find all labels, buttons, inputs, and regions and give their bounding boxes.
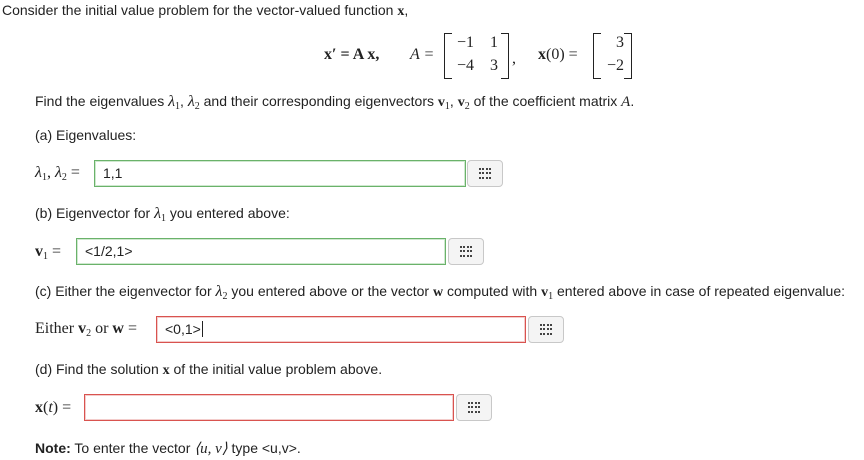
part-d-lhs: x(t) = (35, 399, 72, 416)
part-c-lhs-sub: 2 (86, 328, 92, 339)
lhs-lambda1: λ (35, 164, 42, 181)
ode-lhs: x′ = A x, (324, 46, 380, 63)
matrix-a-cell: −4 (456, 57, 474, 74)
eigenvector-v2-input[interactable]: <0,1> (156, 316, 526, 343)
part-b-lhs-v: v (35, 243, 43, 260)
note-vector: ⟨u, v⟩ (194, 441, 228, 457)
note: Note: To enter the vector ⟨u, v⟩ type <u… (35, 439, 301, 458)
intro-line: Consider the initial value problem for t… (2, 2, 408, 20)
x0-right-bracket (624, 33, 632, 79)
matrix-a-cell: 1 (490, 34, 498, 51)
text-caret (201, 321, 203, 337)
ode-equation: x′ = A x, (324, 46, 379, 64)
lambda2-sub: 2 (194, 101, 200, 112)
lhs-lambda2: λ (54, 164, 62, 181)
part-b-lhs: v1 = (35, 243, 61, 262)
lambda1: λ (168, 93, 176, 110)
part-b-post: you entered above: (169, 205, 290, 221)
find-comma: , (180, 93, 184, 109)
find-pre: Find the eigenvalues (35, 93, 165, 109)
eigenvector-v1-input[interactable]: <1/2,1> (76, 238, 446, 265)
part-c-post: entered above in case of repeated eigenv… (557, 283, 846, 299)
solution-palette-button[interactable] (456, 394, 492, 421)
lhs-eq: = (70, 164, 80, 181)
part-c-lhs-v: v (78, 320, 87, 337)
find-mid: and their corresponding eigenvectors (203, 93, 435, 109)
intro-comma: , (404, 2, 409, 18)
matrix-a-cell: −1 (456, 34, 474, 51)
find-dot: . (630, 93, 635, 109)
part-c-mid: you entered above or the vector (231, 283, 430, 299)
intro-text: Consider the initial value problem for t… (2, 2, 394, 18)
part-b-lhs-sub: 1 (43, 251, 48, 262)
matrix-a-cell: 3 (490, 57, 498, 74)
eigenvector-v1-palette-button[interactable] (448, 238, 484, 265)
part-c-pre: (c) Either the eigenvector for (35, 283, 212, 299)
matrix-a-right-bracket (501, 33, 509, 79)
part-c-w: w (432, 285, 444, 300)
part-a-label: (a) Eigenvalues: (35, 127, 137, 143)
instructions: Find the eigenvalues λ1, λ2 and their co… (35, 93, 634, 112)
part-c-lhs-w: w (112, 320, 124, 337)
part-c-lhs-either: Either (35, 320, 75, 337)
part-c-lhs: Either v2 or w = (35, 320, 137, 339)
solution-input[interactable] (84, 394, 454, 421)
equation-palette-grid-icon (459, 246, 473, 257)
x0-cell: −2 (606, 57, 624, 74)
eigenvalues-palette-button[interactable] (467, 160, 503, 187)
part-d-pre: (d) Find the solution (35, 361, 159, 377)
part-c-label: (c) Either the eigenvector for λ2 you en… (35, 283, 845, 302)
lambda2: λ (187, 93, 195, 110)
initial-condition-label: x(0) = (538, 46, 578, 63)
note-label: Note: (35, 440, 71, 456)
part-b-lambda-sub: 1 (161, 213, 166, 224)
find-comma-2: , (449, 93, 454, 109)
matrix-a-left-bracket (444, 33, 452, 79)
matrix-a-ref: A (621, 94, 631, 110)
eigenvector-v2-value: <0,1> (165, 321, 201, 337)
note-pre: To enter the vector (74, 440, 191, 456)
equation-palette-grid-icon (467, 402, 481, 413)
lhs-lambda2-sub: 2 (61, 172, 67, 183)
part-d-label: (d) Find the solution x of the initial v… (35, 361, 382, 379)
part-c-v-sub: 1 (548, 291, 554, 302)
part-b-label: (b) Eigenvector for λ1 you entered above… (35, 205, 290, 224)
note-post: type <u,v>. (231, 440, 301, 456)
v2: v (457, 95, 465, 110)
part-c-lhs-eq: = (127, 320, 138, 337)
eigenvalues-input[interactable]: 1,1 (94, 160, 466, 187)
lhs-comma: , (46, 164, 51, 181)
part-c-lambda-sub: 2 (222, 291, 228, 302)
x0-cell: 3 (616, 34, 624, 51)
equation-palette-grid-icon (478, 168, 492, 179)
find-post: of the coefficient matrix (473, 93, 618, 109)
part-b-lambda: λ (154, 205, 161, 222)
part-c-mid2: computed with (446, 283, 538, 299)
matrix-a-label: A = (410, 46, 435, 63)
part-c-lhs-or: or (95, 320, 109, 337)
part-d-post: of the initial value problem above. (173, 361, 383, 377)
part-b-lhs-eq: = (52, 243, 62, 260)
v2-sub: 2 (464, 101, 470, 112)
part-d-x: x (162, 363, 170, 378)
part-a-lhs: λ1, λ2 = (35, 164, 80, 183)
part-b-pre: (b) Eigenvector for (35, 205, 151, 221)
eigenvector-v2-palette-button[interactable] (528, 316, 564, 343)
equation-separator: , (512, 50, 516, 67)
v1: v (437, 95, 445, 110)
equation-palette-grid-icon (539, 324, 553, 335)
